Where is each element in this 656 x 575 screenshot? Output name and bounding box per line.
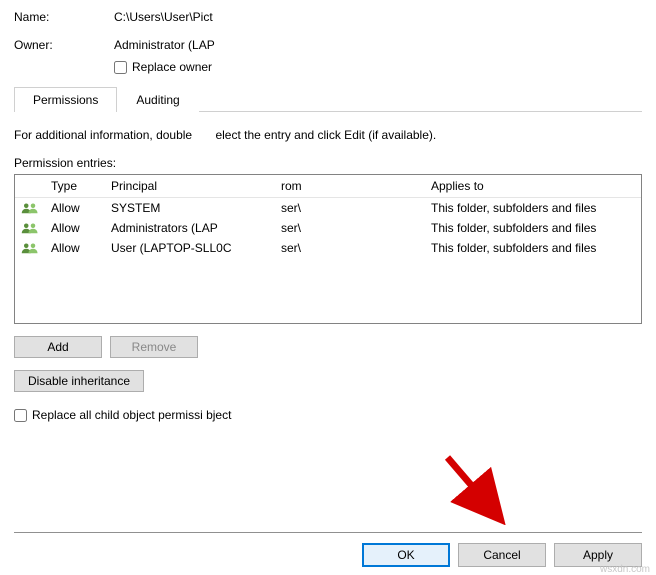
ok-button[interactable]: OK bbox=[362, 543, 450, 567]
info-text: For additional information, double elect… bbox=[14, 128, 642, 142]
dialog-footer: OK Cancel Apply bbox=[14, 532, 642, 567]
permission-entries-label: Permission entries: bbox=[14, 156, 642, 170]
cell-type: Allow bbox=[45, 201, 105, 215]
cell-type: Allow bbox=[45, 221, 105, 235]
header-from[interactable]: rom bbox=[275, 175, 425, 197]
cell-principal: User (LAPTOP-SLL0C bbox=[105, 241, 275, 255]
entries-header: Type Principal rom Applies to bbox=[15, 175, 641, 198]
replace-owner-checkbox[interactable] bbox=[114, 61, 127, 74]
add-button[interactable]: Add bbox=[14, 336, 102, 358]
replace-child-permissions-checkbox[interactable] bbox=[14, 409, 27, 422]
annotation-arrow-icon bbox=[440, 450, 515, 525]
cell-from: ser\ bbox=[275, 201, 425, 215]
users-icon bbox=[15, 221, 45, 235]
owner-label: Owner: bbox=[14, 38, 114, 52]
header-principal[interactable]: Principal bbox=[105, 175, 275, 197]
header-applies[interactable]: Applies to bbox=[425, 175, 641, 197]
remove-button[interactable]: Remove bbox=[110, 336, 198, 358]
permission-entries-list[interactable]: Type Principal rom Applies to AllowSYSTE… bbox=[14, 174, 642, 324]
table-row[interactable]: AllowAdministrators (LAPser\This folder,… bbox=[15, 218, 641, 238]
cell-applies: This folder, subfolders and files bbox=[425, 201, 641, 215]
owner-value: Administrator (LAP bbox=[114, 38, 642, 52]
table-row[interactable]: AllowUser (LAPTOP-SLL0Cser\This folder, … bbox=[15, 238, 641, 258]
replace-child-permissions-label: Replace all child object permissi bject bbox=[32, 408, 231, 422]
name-label: Name: bbox=[14, 10, 114, 24]
disable-inheritance-button[interactable]: Disable inheritance bbox=[14, 370, 144, 392]
cell-from: ser\ bbox=[275, 221, 425, 235]
table-row[interactable]: AllowSYSTEMser\This folder, subfolders a… bbox=[15, 198, 641, 218]
users-icon bbox=[15, 201, 45, 215]
cell-from: ser\ bbox=[275, 241, 425, 255]
cell-applies: This folder, subfolders and files bbox=[425, 241, 641, 255]
cell-applies: This folder, subfolders and files bbox=[425, 221, 641, 235]
tab-auditing[interactable]: Auditing bbox=[117, 87, 198, 112]
tabs: Permissions Auditing bbox=[14, 86, 642, 112]
watermark: wsxdn.com bbox=[600, 564, 650, 575]
replace-owner-label: Replace owner bbox=[132, 60, 212, 74]
cell-type: Allow bbox=[45, 241, 105, 255]
name-value: C:\Users\User\Pict bbox=[114, 10, 642, 24]
tab-permissions[interactable]: Permissions bbox=[14, 87, 117, 112]
header-type[interactable]: Type bbox=[45, 175, 105, 197]
cell-principal: SYSTEM bbox=[105, 201, 275, 215]
users-icon bbox=[15, 241, 45, 255]
cell-principal: Administrators (LAP bbox=[105, 221, 275, 235]
cancel-button[interactable]: Cancel bbox=[458, 543, 546, 567]
